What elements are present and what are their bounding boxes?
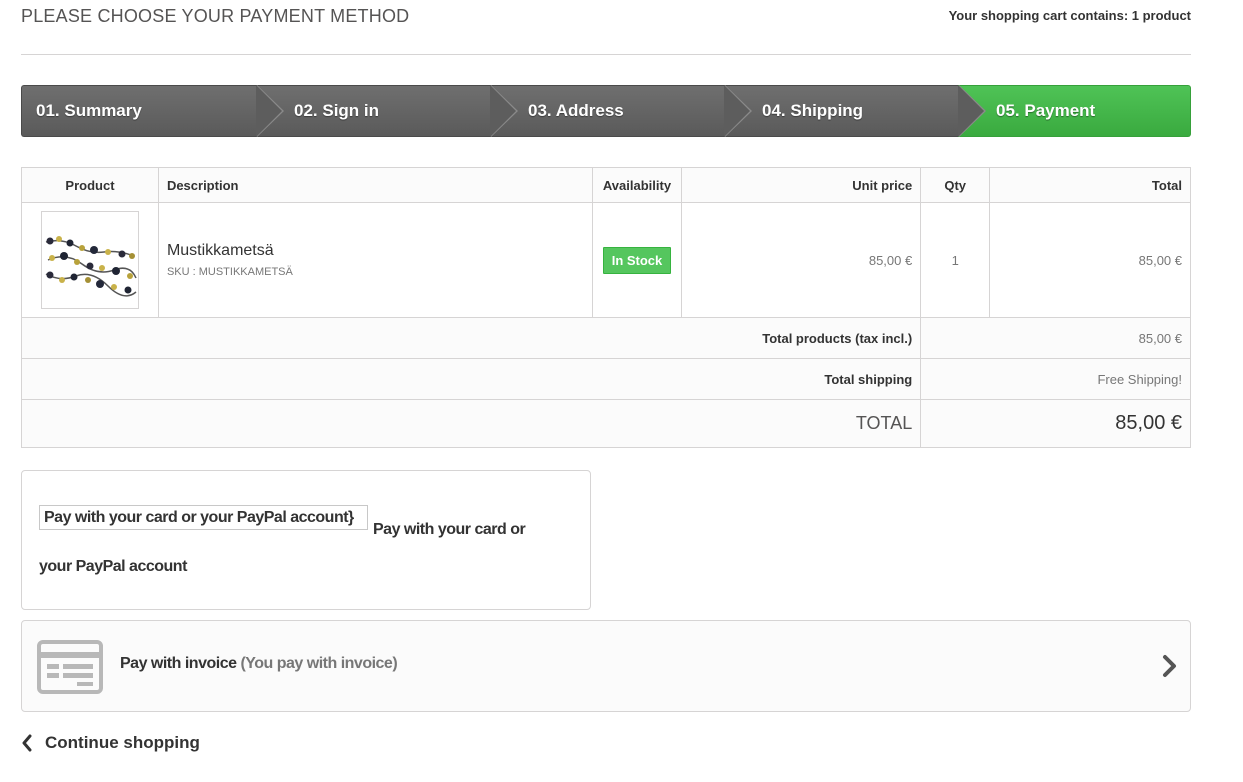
page-heading: Please choose your payment method Your s…	[21, 0, 1191, 55]
chevron-right-icon[interactable]	[1162, 654, 1178, 678]
paypal-option-text[interactable]: Pay with your card or your PayPal accoun…	[39, 511, 559, 585]
cart-summary-table: Product Description Availability Unit pr…	[20, 167, 1191, 448]
step-sign-in[interactable]: 02. Sign in	[256, 85, 518, 137]
continue-shopping-label: Continue shopping	[45, 733, 200, 752]
col-availability: Availability	[591, 167, 683, 203]
cart-summary: Your shopping cart contains: 1 product	[948, 8, 1191, 23]
invoice-label: Pay with invoice	[120, 655, 237, 672]
line-total: 85,00 €	[989, 202, 1191, 318]
in-stock-badge: In Stock	[602, 246, 672, 274]
step-label: 03. Address	[528, 101, 624, 120]
col-unit-price: Unit price	[681, 167, 922, 203]
product-thumb-cell	[21, 202, 159, 318]
product-description-cell: Mustikkametsä SKU : MUSTIKKAMETSÄ	[157, 202, 593, 318]
paypal-payment-option[interactable]: Pay with your card or your PayPal accoun…	[21, 470, 591, 610]
invoice-sublabel: (You pay with invoice)	[240, 655, 398, 672]
table-row: Mustikkametsä SKU : MUSTIKKAMETSÄ In Sto…	[21, 202, 1191, 318]
step-label: 02. Sign in	[294, 101, 380, 120]
product-name[interactable]: Mustikkametsä	[167, 242, 584, 260]
total-products-value: 85,00 €	[920, 317, 1191, 359]
grand-total-value: 85,00 €	[920, 399, 1191, 448]
step-label: 01. Summary	[36, 101, 142, 120]
total-shipping-value: Free Shipping!	[920, 358, 1191, 400]
invoice-card-icon	[37, 640, 103, 694]
step-label: 04. Shipping	[762, 101, 864, 120]
col-product: Product	[21, 167, 159, 203]
page-title: Please choose your payment method	[21, 6, 410, 26]
total-products-label: Total products (tax incl.)	[20, 317, 922, 359]
paypal-label: Pay with your card or your PayPal accoun…	[39, 521, 526, 575]
col-total: Total	[989, 167, 1191, 203]
invoice-option-text: Pay with invoice (You pay with invoice)	[120, 655, 398, 673]
col-qty: Qty	[920, 167, 991, 203]
grand-total-label: Total	[20, 399, 922, 448]
invoice-payment-option[interactable]: Pay with invoice (You pay with invoice)	[21, 620, 1191, 712]
total-shipping-row: Total shipping Free Shipping!	[20, 358, 1191, 400]
step-label: 05. Payment	[996, 101, 1096, 120]
total-products-row: Total products (tax incl.) 85,00 €	[20, 317, 1191, 359]
grand-total-row: Total 85,00 €	[20, 399, 1191, 448]
quantity: 1	[920, 202, 991, 318]
checkout-steps: 01. Summary 02. Sign in 03. Address 04. …	[21, 85, 1191, 137]
col-description: Description	[157, 167, 593, 203]
total-shipping-label: Total shipping	[20, 358, 922, 400]
table-header-row: Product Description Availability Unit pr…	[21, 167, 1191, 203]
unit-price: 85,00 €	[681, 202, 922, 318]
step-shipping[interactable]: 04. Shipping	[724, 85, 986, 137]
step-summary[interactable]: 01. Summary	[21, 85, 284, 137]
continue-shopping-link[interactable]: Continue shopping	[21, 732, 200, 754]
bead-necklace-image	[45, 236, 137, 297]
availability-cell: In Stock	[591, 202, 683, 318]
chevron-left-icon	[22, 734, 32, 752]
product-image[interactable]	[40, 211, 139, 309]
product-sku: SKU : MUSTIKKAMETSÄ	[166, 266, 293, 278]
step-payment: 05. Payment	[958, 85, 1191, 137]
step-address[interactable]: 03. Address	[490, 85, 752, 137]
